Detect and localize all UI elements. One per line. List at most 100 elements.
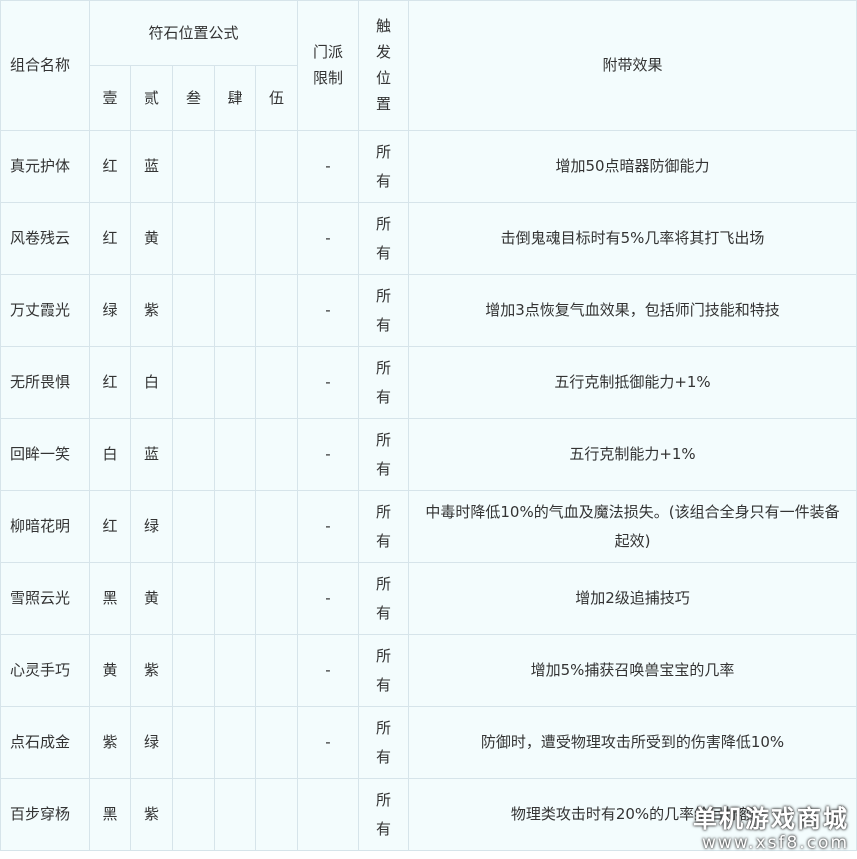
header-school-limit: 门派限制 [297, 0, 359, 131]
table-row: 万丈霞光绿紫 - 所有 增加3点恢复气血效果，包括师门技能和特技 [0, 274, 857, 347]
rune-pos-3-cell [172, 418, 215, 491]
effect-cell: 五行克制能力+1% [408, 418, 857, 491]
rune-pos-4-cell [214, 346, 256, 419]
header-pos-4: 肆 [214, 65, 256, 131]
combo-name-cell: 回眸一笑 [0, 418, 90, 491]
rune-pos-5-cell [255, 634, 298, 707]
school-limit-cell: - [297, 706, 359, 779]
rune-pos-1-cell: 红 [89, 346, 131, 419]
trigger-pos-cell: 所有 [358, 634, 409, 707]
effect-cell: 增加50点暗器防御能力 [408, 130, 857, 203]
rune-pos-2-cell: 紫 [130, 634, 173, 707]
trigger-pos-text: 所有 [376, 214, 392, 262]
effect-cell: 物理类攻击时有20%的几率给目标额 [408, 778, 857, 851]
school-limit-cell: - [297, 562, 359, 635]
table-row: 无所畏惧红白 - 所有 五行克制抵御能力+1% [0, 346, 857, 419]
combo-name-cell: 万丈霞光 [0, 274, 90, 347]
rune-pos-2-cell: 绿 [130, 490, 173, 563]
table-row: 百步穿杨黑紫 所有 物理类攻击时有20%的几率给目标额 [0, 778, 857, 851]
trigger-pos-cell: 所有 [358, 346, 409, 419]
table-row: 心灵手巧黄紫 - 所有 增加5%捕获召唤兽宝宝的几率 [0, 634, 857, 707]
combo-name-cell: 百步穿杨 [0, 778, 90, 851]
rune-pos-2-cell: 黄 [130, 562, 173, 635]
trigger-pos-cell: 所有 [358, 490, 409, 563]
combo-name-cell: 心灵手巧 [0, 634, 90, 707]
combo-name-cell: 点石成金 [0, 706, 90, 779]
rune-pos-1-cell: 紫 [89, 706, 131, 779]
rune-pos-3-cell [172, 346, 215, 419]
trigger-pos-cell: 所有 [358, 706, 409, 779]
rune-pos-3-cell [172, 562, 215, 635]
school-limit-cell: - [297, 274, 359, 347]
rune-pos-3-cell [172, 778, 215, 851]
school-limit-cell: - [297, 634, 359, 707]
rune-pos-5-cell [255, 418, 298, 491]
rune-pos-1-cell: 黑 [89, 778, 131, 851]
table-row: 柳暗花明红绿 - 所有 中毒时降低10%的气血及魔法损失。(该组合全身只有一件装备起效… [0, 490, 857, 563]
trigger-pos-cell: 所有 [358, 274, 409, 347]
rune-pos-2-cell: 蓝 [130, 130, 173, 203]
combo-name-cell: 柳暗花明 [0, 490, 90, 563]
rune-pos-3-cell [172, 490, 215, 563]
header-formula: 符石位置公式 [89, 0, 298, 66]
header-school-limit-text: 门派限制 [312, 42, 343, 87]
combo-name-cell: 无所畏惧 [0, 346, 90, 419]
school-limit-cell: - [297, 346, 359, 419]
trigger-pos-cell: 所有 [358, 778, 409, 851]
rune-pos-4-cell [214, 490, 256, 563]
school-limit-cell: - [297, 130, 359, 203]
table-row: 回眸一笑白蓝 - 所有 五行克制能力+1% [0, 418, 857, 491]
table-row: 点石成金紫绿 - 所有 防御时，遭受物理攻击所受到的伤害降低10% [0, 706, 857, 779]
trigger-pos-text: 所有 [376, 430, 392, 478]
rune-pos-5-cell [255, 706, 298, 779]
rune-pos-2-cell: 蓝 [130, 418, 173, 491]
rune-pos-5-cell [255, 274, 298, 347]
rune-pos-1-cell: 绿 [89, 274, 131, 347]
rune-pos-4-cell [214, 274, 256, 347]
effect-cell: 防御时，遭受物理攻击所受到的伤害降低10% [408, 706, 857, 779]
combo-name-cell: 风卷残云 [0, 202, 90, 275]
rune-pos-1-cell: 黄 [89, 634, 131, 707]
rune-pos-5-cell [255, 490, 298, 563]
trigger-pos-text: 所有 [376, 358, 392, 406]
table-row: 真元护体红蓝 - 所有 增加50点暗器防御能力 [0, 130, 857, 203]
rune-pos-5-cell [255, 130, 298, 203]
combo-name-cell: 真元护体 [0, 130, 90, 203]
rune-pos-2-cell: 白 [130, 346, 173, 419]
header-effect: 附带效果 [408, 0, 857, 131]
effect-cell: 五行克制抵御能力+1% [408, 346, 857, 419]
effect-cell: 击倒鬼魂目标时有5%几率将其打飞出场 [408, 202, 857, 275]
header-trigger-pos: 触发位置 [358, 0, 409, 131]
effect-cell: 增加2级追捕技巧 [408, 562, 857, 635]
rune-pos-3-cell [172, 130, 215, 203]
school-limit-cell: - [297, 202, 359, 275]
rune-pos-1-cell: 白 [89, 418, 131, 491]
effect-cell: 增加3点恢复气血效果，包括师门技能和特技 [408, 274, 857, 347]
header-pos-1: 壹 [89, 65, 131, 131]
rune-combo-table: 组合名称 符石位置公式 门派限制 触发位置 附带效果 壹 贰 叁 肆 伍 真元护… [0, 0, 857, 851]
rune-pos-2-cell: 紫 [130, 274, 173, 347]
rune-pos-4-cell [214, 130, 256, 203]
effect-cell: 增加5%捕获召唤兽宝宝的几率 [408, 634, 857, 707]
trigger-pos-text: 所有 [376, 574, 392, 622]
rune-pos-5-cell [255, 346, 298, 419]
trigger-pos-text: 所有 [376, 718, 392, 766]
rune-pos-3-cell [172, 202, 215, 275]
header-combo-name: 组合名称 [0, 0, 90, 131]
effect-cell: 中毒时降低10%的气血及魔法损失。(该组合全身只有一件装备起效) [408, 490, 857, 563]
rune-pos-1-cell: 红 [89, 490, 131, 563]
table-row: 风卷残云红黄 - 所有 击倒鬼魂目标时有5%几率将其打飞出场 [0, 202, 857, 275]
trigger-pos-text: 所有 [376, 142, 392, 190]
rune-pos-4-cell [214, 418, 256, 491]
table-row: 雪照云光黑黄 - 所有 增加2级追捕技巧 [0, 562, 857, 635]
trigger-pos-cell: 所有 [358, 202, 409, 275]
rune-pos-4-cell [214, 562, 256, 635]
rune-pos-4-cell [214, 202, 256, 275]
rune-pos-3-cell [172, 274, 215, 347]
rune-pos-5-cell [255, 202, 298, 275]
rune-pos-5-cell [255, 778, 298, 851]
trigger-pos-text: 所有 [376, 646, 392, 694]
trigger-pos-cell: 所有 [358, 562, 409, 635]
trigger-pos-cell: 所有 [358, 130, 409, 203]
rune-pos-4-cell [214, 634, 256, 707]
